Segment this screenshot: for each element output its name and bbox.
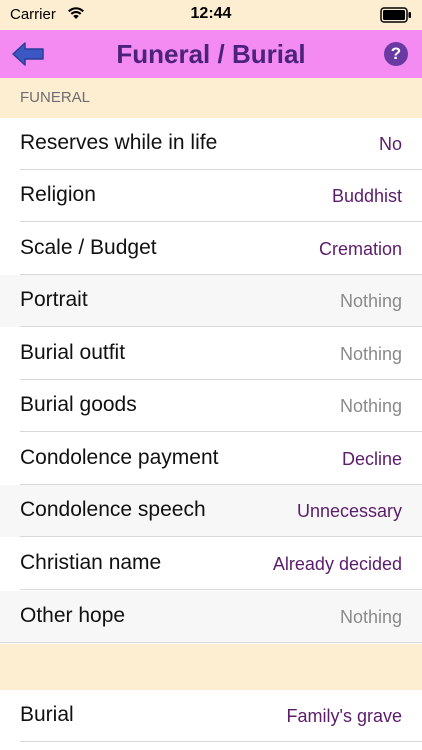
row-value: Decline <box>341 449 402 469</box>
row-value: Nothing <box>339 291 402 311</box>
row-value: Nothing <box>339 396 402 416</box>
row-label: Condolence speech <box>20 498 206 521</box>
row-divider <box>20 536 422 537</box>
row-value: Already decided <box>272 554 402 574</box>
row-reserves-while-in-life[interactable]: Reserves while in life No <box>0 118 422 170</box>
row-condolence-payment[interactable]: Condolence payment Decline <box>0 433 422 485</box>
help-button[interactable]: ? <box>384 42 408 66</box>
help-icon: ? <box>390 44 402 63</box>
row-value: No <box>378 134 402 154</box>
row-value: Nothing <box>339 344 402 364</box>
back-button[interactable] <box>8 36 48 72</box>
status-time: 12:44 <box>190 5 232 22</box>
row-burial[interactable]: Burial Family's grave <box>0 690 422 742</box>
row-label: Burial outfit <box>20 341 126 364</box>
row-burial-goods[interactable]: Burial goods Nothing <box>0 380 422 432</box>
row-label: Condolence payment <box>20 446 219 469</box>
section-header-funeral: FUNERAL <box>0 78 422 118</box>
row-other-hope[interactable]: Other hope Nothing <box>0 591 422 643</box>
row-label: Scale / Budget <box>20 236 157 259</box>
row-value: Cremation <box>318 239 402 259</box>
row-label: Religion <box>20 183 96 206</box>
section-header-burial <box>0 644 422 690</box>
row-christian-name[interactable]: Christian name Already decided <box>0 538 422 590</box>
row-religion[interactable]: Religion Buddhist <box>0 170 422 222</box>
row-label: Other hope <box>20 604 126 627</box>
row-value: Unnecessary <box>296 501 402 521</box>
row-burial-outfit[interactable]: Burial outfit Nothing <box>0 328 422 380</box>
row-portrait[interactable]: Portrait Nothing <box>0 275 422 327</box>
row-divider <box>20 431 422 432</box>
row-value: Family's grave <box>286 706 402 726</box>
row-label: Christian name <box>20 551 162 574</box>
row-scale-budget[interactable]: Scale / Budget Cremation <box>0 223 422 275</box>
row-divider <box>20 589 422 590</box>
row-divider <box>20 326 422 327</box>
back-arrow-icon <box>12 42 44 66</box>
section-header-label: FUNERAL <box>20 89 91 106</box>
row-label: Burial <box>20 703 74 726</box>
row-divider <box>20 221 422 222</box>
page-title: Funeral / Burial <box>116 39 306 69</box>
row-label: Burial goods <box>20 393 137 416</box>
row-value: Nothing <box>339 607 402 627</box>
row-value: Buddhist <box>331 186 402 206</box>
row-divider <box>0 642 422 643</box>
battery-icon <box>380 7 411 23</box>
status-bar: Carrier 12:44 <box>0 0 422 30</box>
row-condolence-speech[interactable]: Condolence speech Unnecessary <box>0 485 422 537</box>
navigation-bar: Funeral / Burial ? <box>0 30 422 78</box>
row-label: Portrait <box>20 288 88 311</box>
row-label: Reserves while in life <box>20 131 218 154</box>
row-divider <box>20 741 422 742</box>
